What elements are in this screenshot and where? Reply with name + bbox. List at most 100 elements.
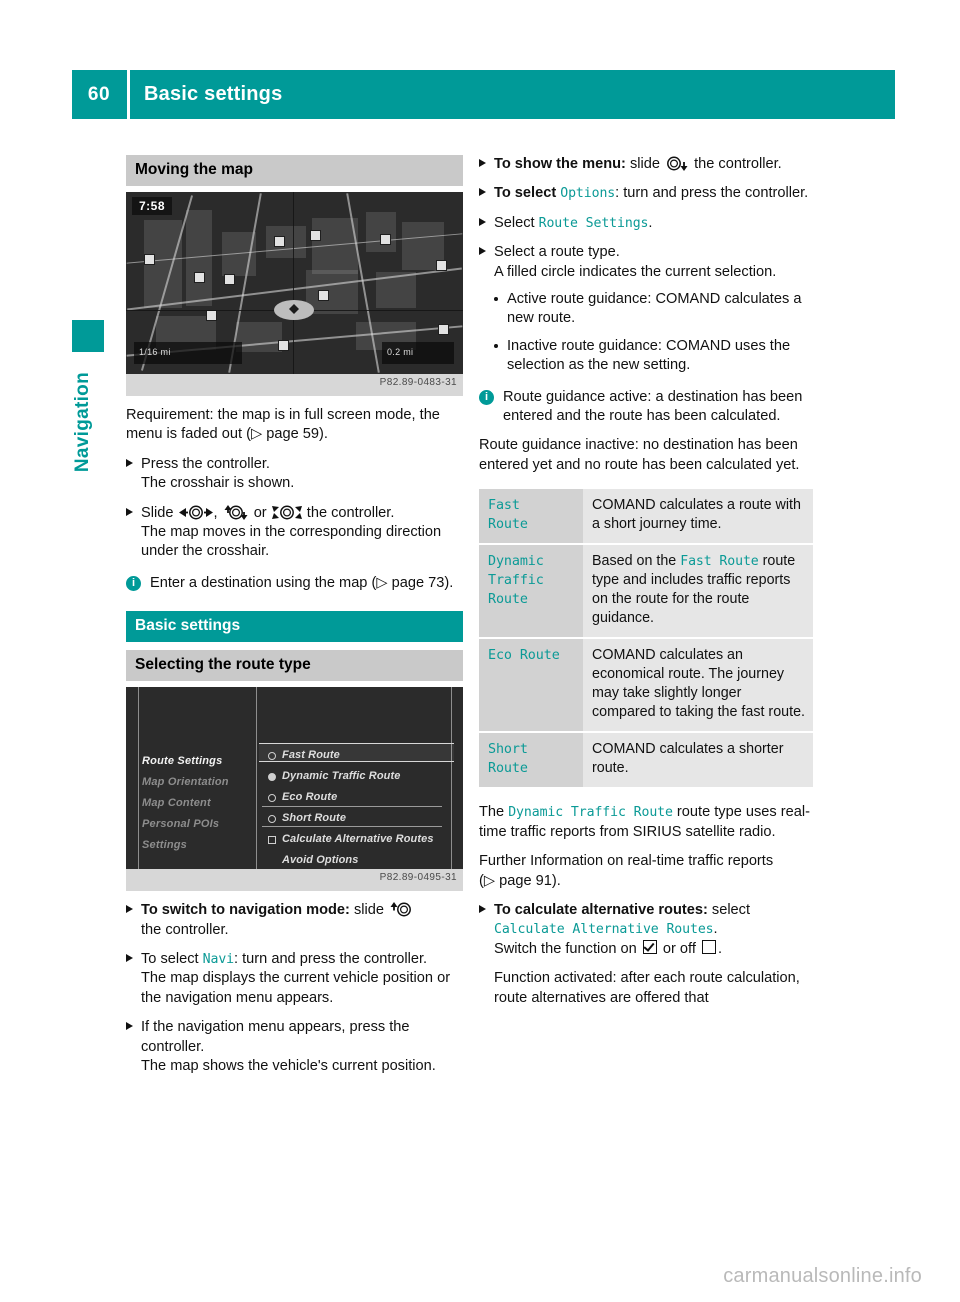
step-press-controller-text: Press the controller. <box>141 455 270 472</box>
step-show-menu: To show the menu: slide the controller. <box>479 155 813 174</box>
bullet-dot-icon <box>494 297 498 302</box>
menu-option-avoid-options[interactable]: Avoid Options <box>266 854 446 866</box>
step-press-controller: Press the controller. The crosshair is s… <box>126 455 463 494</box>
table-cell-route-name: Eco Route <box>479 639 583 732</box>
map-clock: 7:58 <box>132 197 173 215</box>
step-arrow-icon <box>126 954 133 963</box>
controller-left-right-icon <box>178 505 213 520</box>
table-cell-route-description: COMAND calculates an economical route. T… <box>583 639 813 732</box>
page-ref-59: ▷ page 59 <box>250 426 319 443</box>
code-dynamic-traffic-route: Dynamic Traffic Route <box>508 805 673 821</box>
step-switch-nav-tail: the controller. <box>141 921 229 938</box>
page-number: 60 <box>87 83 111 105</box>
table-row: Short Route COMAND calculates a shorter r… <box>479 733 813 788</box>
right-column: To show the menu: slide the controller. … <box>479 155 813 1008</box>
map-crosshair-vertical <box>293 192 294 374</box>
step-menu-appears-text: If the navigation menu appears, press th… <box>141 1019 410 1055</box>
step-alt-switch-pre: Switch the function on <box>494 940 637 957</box>
code-navi: Navi <box>202 952 235 968</box>
note-route-guidance: i Route guidance active: a destination h… <box>479 388 813 427</box>
step-select-options-bold: To select <box>494 185 557 202</box>
step-switch-navigation-mode: To switch to navigation mode: slide the … <box>126 901 463 940</box>
menu-item-personal-pois[interactable]: Personal POIs <box>142 818 252 830</box>
table-row: Dynamic Traffic Route Based on the Fast Ro… <box>479 545 813 640</box>
menu-item-map-content[interactable]: Map Content <box>142 797 252 809</box>
table-cell-route-name: Dynamic Traffic Route <box>479 545 583 638</box>
controller-down-icon <box>665 156 689 171</box>
table-row: Fast Route COMAND calculates a route with… <box>479 489 813 546</box>
map-scale-left: 1/16 mi <box>139 347 171 357</box>
figure-map-caption: P82.89-0483-31 <box>126 374 463 396</box>
menu-left-list: Route Settings Map Orientation Map Conte… <box>142 755 252 860</box>
table-cell-route-description: COMAND calculates a shorter route. <box>583 733 813 788</box>
table-cell-route-description: COMAND calculates a route with a short j… <box>583 489 813 544</box>
step-select-navi: To select Navi: turn and press the contr… <box>126 950 463 1008</box>
footer-watermark: carmanualsonline.info <box>723 1265 922 1287</box>
bullet-inactive-route-guidance: Inactive route guidance: COMAND uses the… <box>479 337 813 376</box>
route-type-table: Fast Route COMAND calculates a route with… <box>479 489 813 788</box>
menu-option-fast-route[interactable]: Fast Route <box>266 749 446 761</box>
table-cell-route-name: Short Route <box>479 733 583 788</box>
figure-menu-caption: P82.89-0495-31 <box>126 869 463 892</box>
step-arrow-icon <box>126 507 133 516</box>
menu-option-eco-route[interactable]: Eco Route <box>266 791 446 803</box>
step-arrow-icon <box>479 188 486 197</box>
step-show-menu-bold: To show the menu: <box>494 156 626 172</box>
chapter-tab-marker <box>72 320 104 352</box>
menu-item-map-orientation[interactable]: Map Orientation <box>142 776 252 788</box>
menu-option-short-route[interactable]: Short Route <box>266 812 446 824</box>
heading-moving-the-map: Moving the map <box>126 155 463 186</box>
code-route-settings: Route Settings <box>538 215 649 231</box>
info-icon: i <box>126 575 141 591</box>
checkbox-checked-icon <box>642 939 657 954</box>
step-select-route-type: Select a route type. A filled circle ind… <box>479 243 813 282</box>
page-header: 60 Basic settings <box>72 70 895 119</box>
menu-right-list: Fast Route Dynamic Traffic Route Eco Rou… <box>266 749 446 869</box>
step-arrow-icon <box>126 1022 133 1031</box>
paragraph-dynamic-traffic-route: The Dynamic Traffic Route route type use… <box>479 804 810 840</box>
note-route-guidance-active: Route guidance active: a destination has… <box>503 388 803 425</box>
step-select-route-type-sub: A filled circle indicates the current se… <box>494 263 777 280</box>
step-slide-controller: Slide , or the controller. The map moves… <box>126 504 463 562</box>
header-divider <box>127 70 130 119</box>
note-enter-destination: i Enter a destination using the map (▷ p… <box>126 574 463 593</box>
note-enter-destination-text: Enter a destination using the map ( <box>150 574 377 591</box>
menu-item-settings[interactable]: Settings <box>142 839 252 851</box>
heading-basic-settings: Basic settings <box>126 611 463 643</box>
code-fast-route: Fast Route <box>680 554 759 570</box>
step-arrow-icon <box>126 905 133 914</box>
figure-menu-caption-text: P82.89-0495-31 <box>379 872 457 884</box>
info-icon: i <box>479 389 494 405</box>
step-select-navi-sub: The map displays the current vehicle pos… <box>141 970 451 1006</box>
map-scale-right: 0.2 mi <box>387 347 414 357</box>
step-alt-tail: Function activated: after each route cal… <box>494 970 800 1006</box>
radio-icon <box>268 752 276 761</box>
step-show-menu-tail: the controller. <box>694 156 782 172</box>
menu-option-calculate-alternative-routes[interactable]: Calculate Alternative Routes <box>266 833 446 845</box>
step-arrow-icon <box>479 247 486 256</box>
step-arrow-icon <box>479 159 486 167</box>
radio-filled-icon <box>268 773 276 782</box>
heading-selecting-route-type: Selecting the route type <box>126 650 463 682</box>
table-cell-route-description: Based on the Fast Route route type and i… <box>583 545 813 638</box>
step-select-options: To select Options: turn and press the co… <box>479 184 813 203</box>
code-options: Options <box>560 186 616 202</box>
code-calculate-alternative-routes: Calculate Alternative Routes <box>494 922 714 938</box>
radio-icon <box>268 815 276 824</box>
note-route-guidance-inactive: Route guidance inactive: no destination … <box>479 437 800 473</box>
step-switch-nav-bold: To switch to navigation mode: <box>141 902 350 919</box>
menu-option-dynamic-traffic-route[interactable]: Dynamic Traffic Route <box>266 770 446 782</box>
controller-diagonal-icon <box>271 505 302 520</box>
step-arrow-icon <box>479 904 486 913</box>
table-row: Eco Route COMAND calculates an economica… <box>479 639 813 734</box>
step-select-route-settings: Select Route Settings. <box>479 214 813 233</box>
step-alt-bold: To calculate alternative routes: <box>494 901 708 918</box>
checkbox-icon <box>268 836 276 845</box>
bullet-dot-icon <box>494 343 498 348</box>
menu-item-route-settings[interactable]: Route Settings <box>142 755 252 767</box>
table-cell-route-name: Fast Route <box>479 489 583 544</box>
figure-map-caption-text: P82.89-0483-31 <box>379 377 457 388</box>
page-ref-91: ▷ page 91 <box>483 872 552 889</box>
step-slide-sub: The map moves in the corresponding direc… <box>141 524 442 560</box>
requirement-paragraph: Requirement: the map is in full screen m… <box>126 407 440 443</box>
